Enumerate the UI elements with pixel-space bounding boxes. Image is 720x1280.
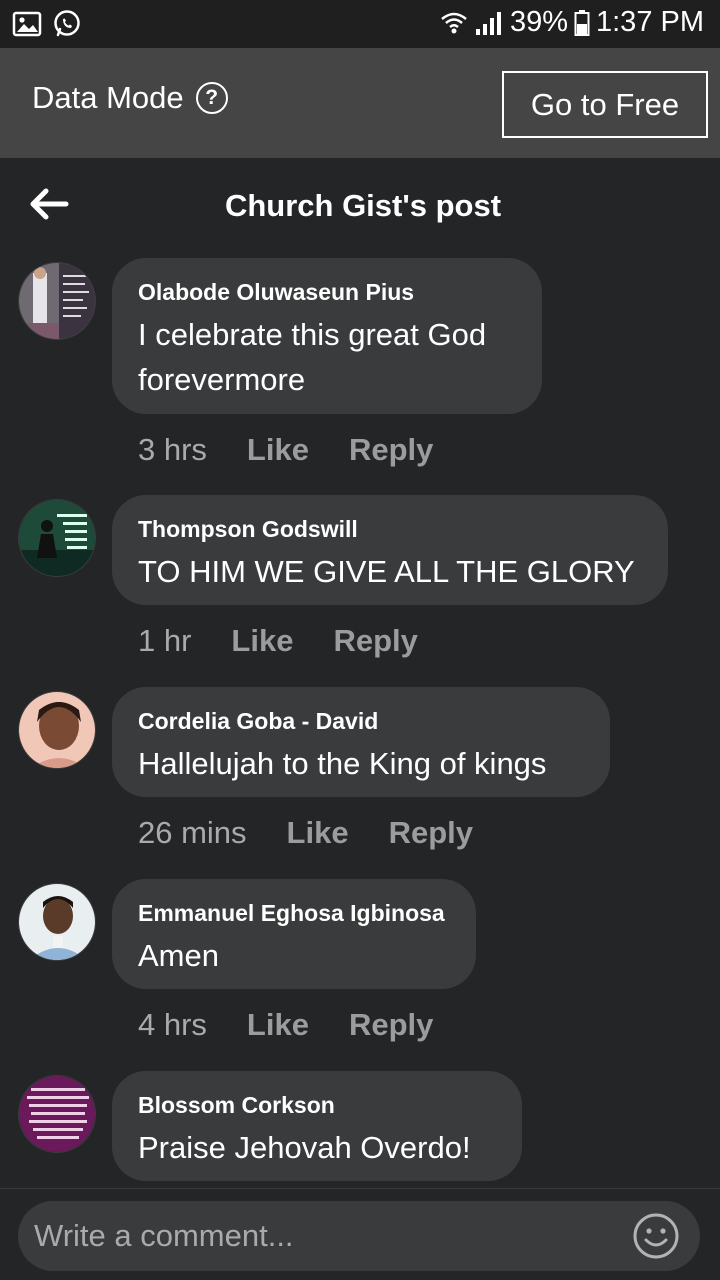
comment-meta: 26 mins Like Reply <box>138 815 473 851</box>
gallery-icon <box>12 10 42 43</box>
comment-time: 4 hrs <box>138 1007 207 1042</box>
comment-text: Amen <box>138 938 219 973</box>
like-button[interactable]: Like <box>247 432 309 468</box>
reply-button[interactable]: Reply <box>333 623 417 659</box>
avatar[interactable] <box>18 499 96 577</box>
comment-composer <box>18 1201 700 1271</box>
like-button[interactable]: Like <box>247 1007 309 1043</box>
comment-time: 26 mins <box>138 815 247 850</box>
comment-bubble[interactable]: Thompson Godswill TO HIM WE GIVE ALL THE… <box>112 495 668 605</box>
data-mode-label: Data Mode <box>32 80 184 115</box>
status-left-icons <box>12 9 82 44</box>
comment-text: Hallelujah to the King of kings <box>138 746 547 781</box>
comment-meta: 1 hr Like Reply <box>138 623 418 659</box>
signal-icon <box>474 9 504 37</box>
comment-author[interactable]: Olabode Oluwaseun Pius <box>138 278 516 306</box>
comment-author[interactable]: Thompson Godswill <box>138 515 642 543</box>
comment-author[interactable]: Cordelia Goba - David <box>138 707 584 735</box>
whatsapp-icon <box>52 9 82 44</box>
post-header: Church Gist's post <box>0 158 720 254</box>
status-right: 39% 1:37 PM <box>440 6 704 39</box>
data-mode-label-group[interactable]: Data Mode ? <box>32 80 228 116</box>
comment-time: 1 hr <box>138 623 192 658</box>
comment-composer-bar <box>0 1188 720 1280</box>
comment-bubble[interactable]: Emmanuel Eghosa Igbinosa Amen <box>112 879 476 989</box>
clock: 1:37 PM <box>596 6 704 38</box>
like-button[interactable]: Like <box>231 623 293 659</box>
like-button[interactable]: Like <box>287 815 349 851</box>
data-mode-bar: Data Mode ? Go to Free <box>0 48 720 158</box>
reply-button[interactable]: Reply <box>389 815 473 851</box>
help-icon[interactable]: ? <box>195 82 228 114</box>
status-bar: 39% 1:37 PM <box>0 0 720 48</box>
comment-author[interactable]: Blossom Corkson <box>138 1091 496 1119</box>
comment-text: I celebrate this great God forevermore <box>138 317 487 397</box>
page-title: Church Gist's post <box>224 188 502 223</box>
comment-bubble[interactable]: Blossom Corkson Praise Jehovah Overdo! <box>112 1071 522 1181</box>
battery-icon <box>574 9 590 37</box>
comment-bubble[interactable]: Olabode Oluwaseun Pius I celebrate this … <box>112 258 542 414</box>
avatar[interactable] <box>18 883 96 961</box>
reply-button[interactable]: Reply <box>349 432 433 468</box>
reply-button[interactable]: Reply <box>349 1007 433 1043</box>
comment-author[interactable]: Emmanuel Eghosa Igbinosa <box>138 899 450 927</box>
avatar[interactable] <box>18 262 96 340</box>
comment-text: TO HIM WE GIVE ALL THE GLORY <box>138 554 635 589</box>
avatar[interactable] <box>18 691 96 769</box>
comment-list: Olabode Oluwaseun Pius I celebrate this … <box>0 254 720 1188</box>
go-to-free-button[interactable]: Go to Free <box>502 71 708 138</box>
emoji-icon[interactable] <box>632 1212 680 1260</box>
comment-meta: 4 hrs Like Reply <box>138 1007 433 1043</box>
comment-meta: 3 hrs Like Reply <box>138 432 433 468</box>
battery-percent: 39% <box>509 6 568 38</box>
comment-text: Praise Jehovah Overdo! <box>138 1130 471 1165</box>
comment-time: 3 hrs <box>138 432 207 467</box>
comment-input[interactable] <box>34 1201 614 1271</box>
avatar[interactable] <box>18 1075 96 1153</box>
wifi-icon <box>440 9 468 37</box>
comment-bubble[interactable]: Cordelia Goba - David Hallelujah to the … <box>112 687 610 797</box>
